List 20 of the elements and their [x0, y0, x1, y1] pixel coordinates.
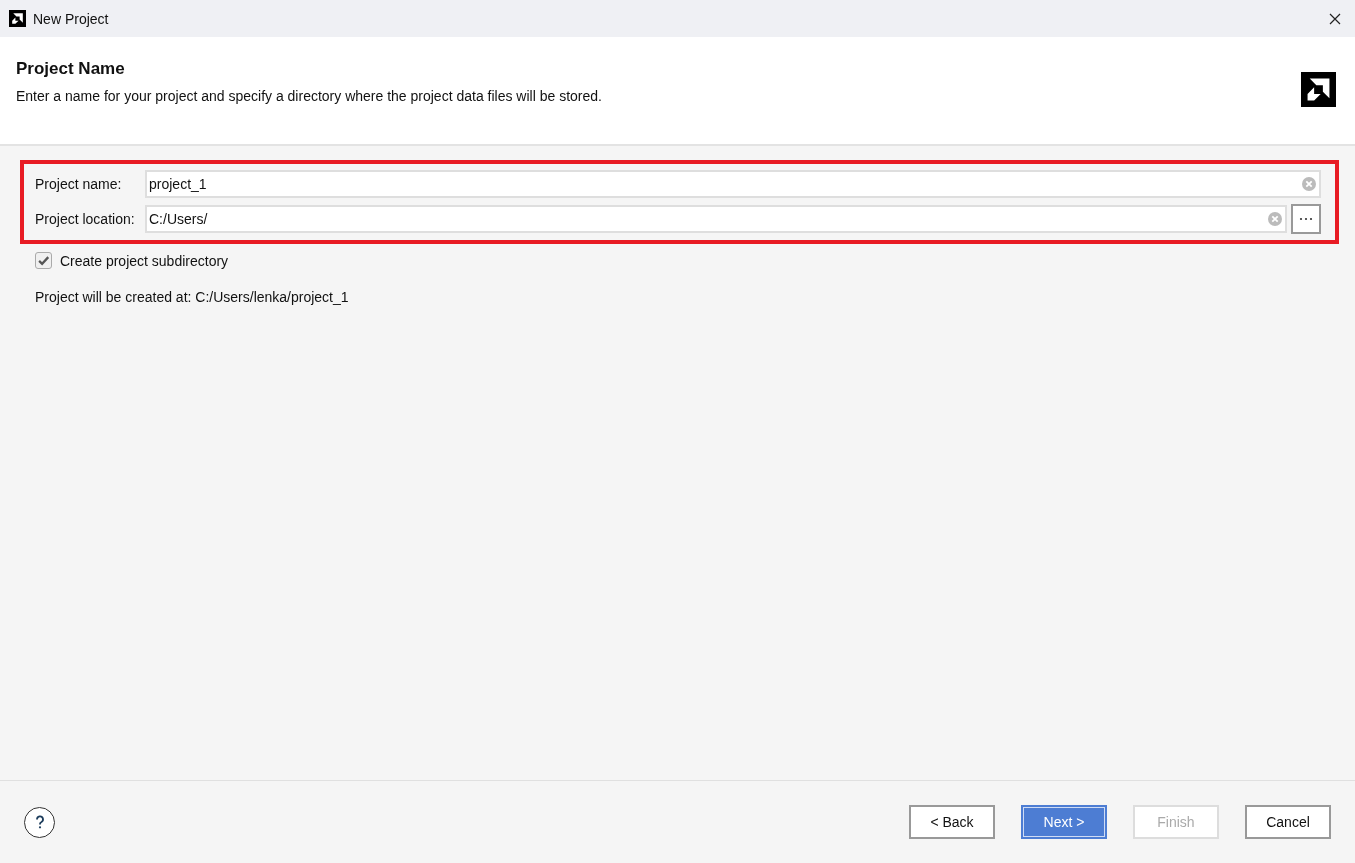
text-field[interactable]: C:/Users/: [145, 205, 1287, 233]
checkbox[interactable]: [35, 252, 52, 269]
page-description: Enter a name for your project and specify a directory where the project data files will be stored.: [16, 88, 603, 104]
next-button[interactable]: Next >: [1021, 805, 1107, 839]
browse-button[interactable]: [1291, 204, 1321, 234]
app-logo-icon: [1301, 72, 1336, 107]
field-label: Project name:: [35, 176, 123, 192]
app-logo-icon: [9, 10, 26, 27]
checkmark-icon: [36, 253, 51, 268]
page-title: Project Name: [16, 59, 126, 79]
field-label: Project location:: [35, 211, 136, 227]
more-icon: [1299, 217, 1313, 221]
help-button[interactable]: [24, 806, 55, 838]
text-field[interactable]: project_1: [145, 170, 1321, 198]
dialog-button[interactable]: Cancel: [1245, 805, 1331, 839]
dialog-button[interactable]: < Back: [909, 805, 995, 839]
window-title: New Project: [33, 10, 109, 27]
project-path-text: Project will be created at: C:/Users/lenka/project_1: [35, 289, 350, 305]
close-icon[interactable]: [1329, 12, 1341, 25]
checkbox-label: Create project subdirectory: [60, 252, 229, 269]
